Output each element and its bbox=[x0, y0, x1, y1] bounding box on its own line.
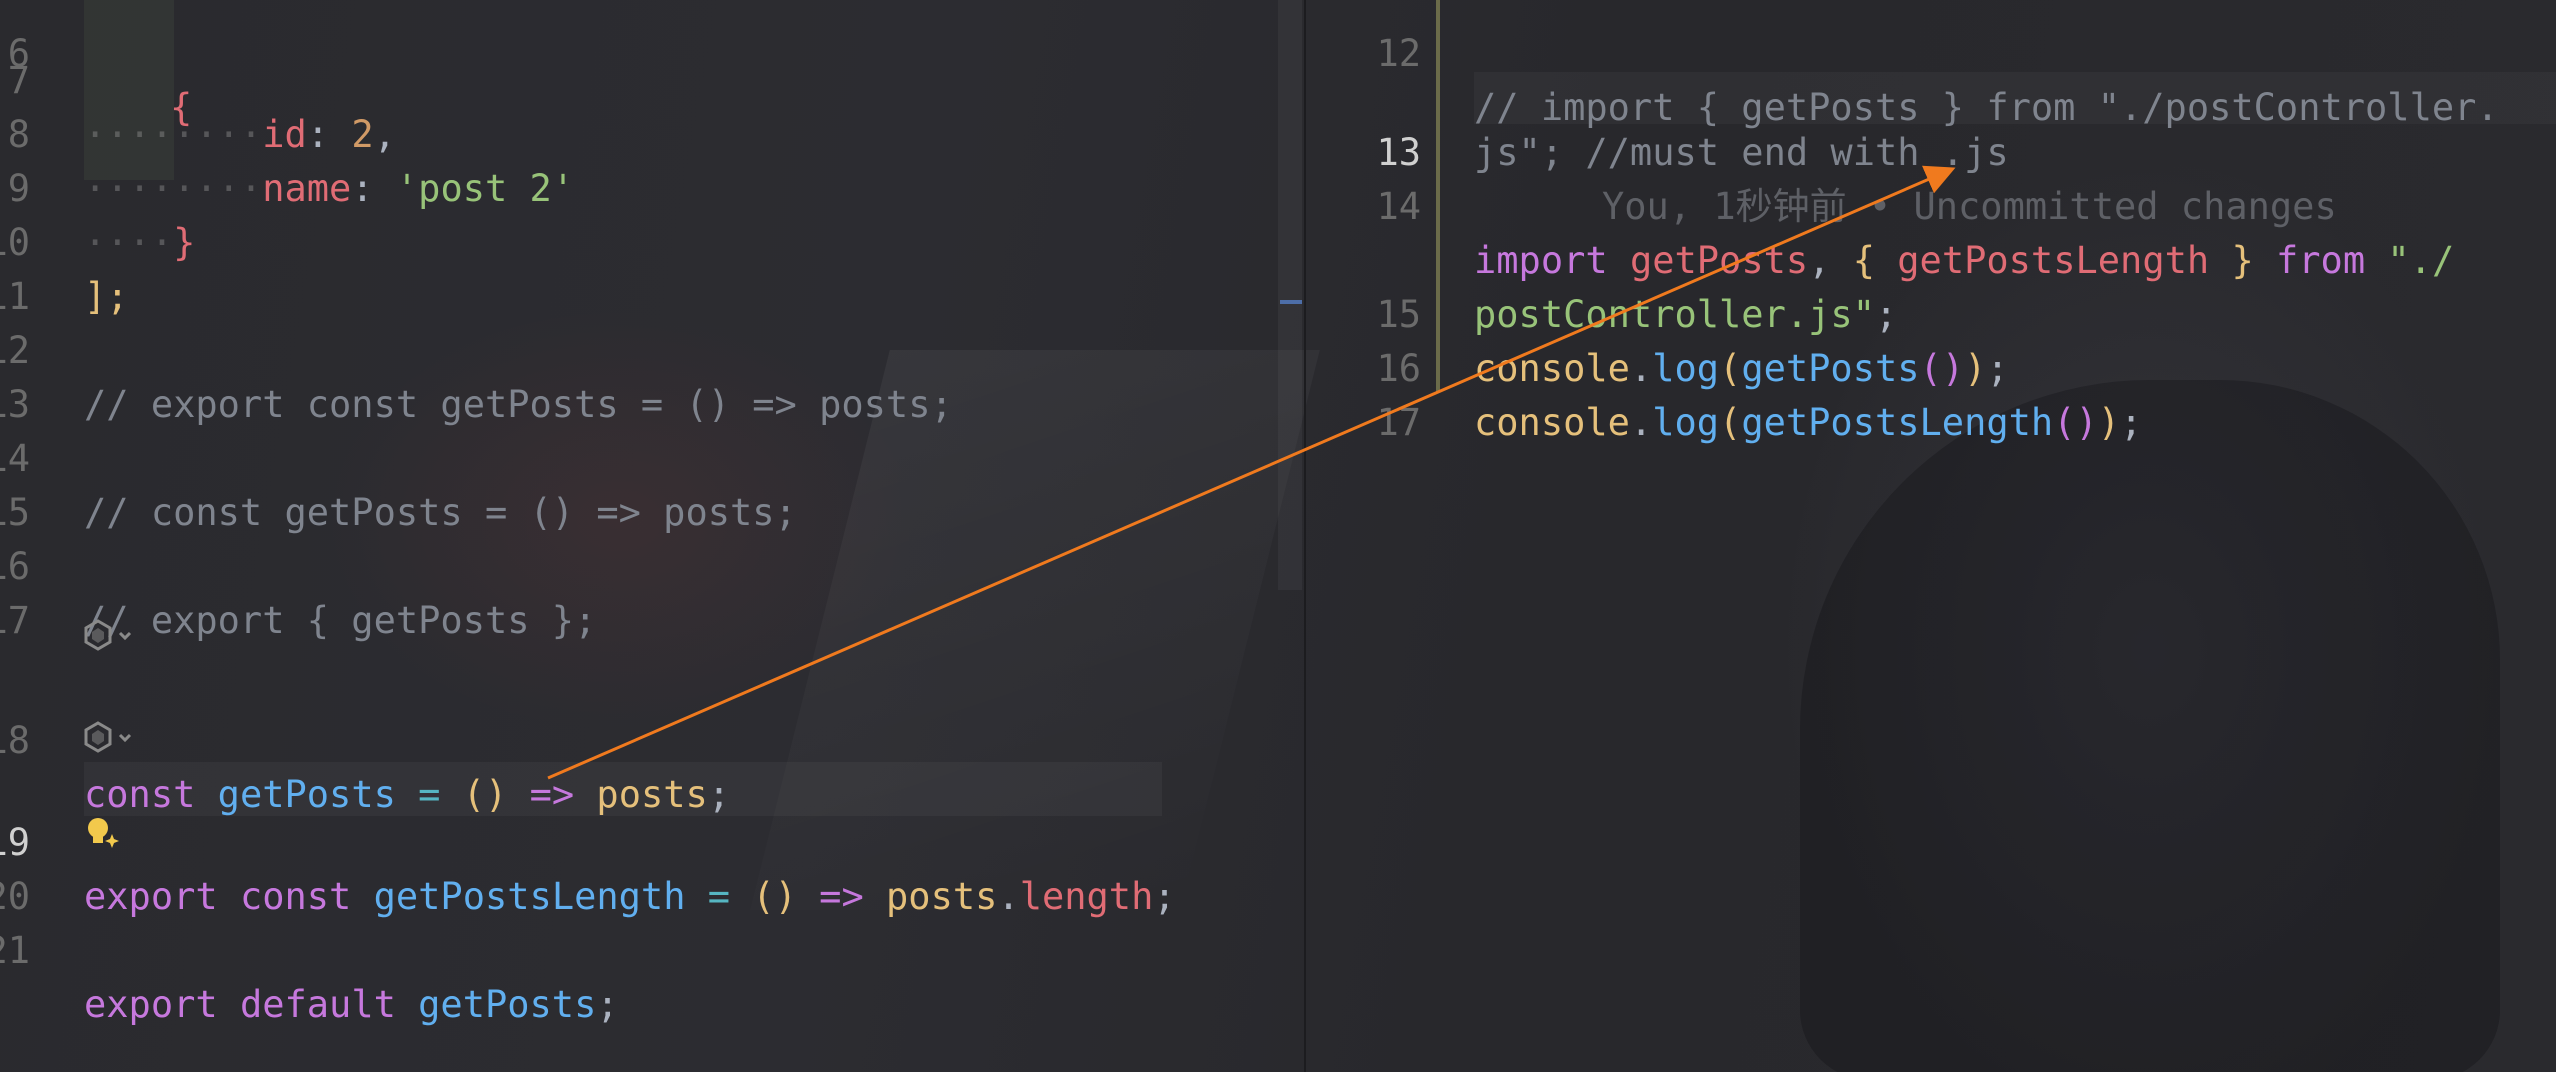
paren-token: () bbox=[2053, 401, 2098, 444]
code-line-wrap[interactable]: postController.js"; bbox=[1306, 180, 1897, 336]
comment-text: // const getPosts = () => posts; bbox=[84, 491, 797, 534]
code-line[interactable]: 11 bbox=[0, 216, 134, 318]
copilot-sparkle-icon bbox=[84, 618, 132, 651]
screenshot-root: 6 { 7 ········id: 2, 8 ········name: 'po… bbox=[0, 0, 2556, 1072]
operator-token: = bbox=[418, 773, 441, 816]
code-line-active[interactable]: 19 export const getPostsLength = () => p… bbox=[0, 762, 1176, 918]
variable-token[interactable]: posts bbox=[596, 773, 707, 816]
paren-token: () bbox=[752, 875, 797, 918]
keyword-token: import bbox=[1474, 239, 1608, 282]
code-line[interactable]: 14 // const getPosts = () => posts; bbox=[0, 378, 797, 534]
dot-token: . bbox=[1629, 401, 1653, 444]
copilot-sparkle-icon bbox=[84, 720, 132, 753]
code-line-active[interactable]: 13 You, 1秒钟前 • Uncommitted changes bbox=[1306, 72, 2336, 228]
code-line[interactable]: 15 bbox=[0, 432, 134, 534]
string-token: 'post 2' bbox=[395, 167, 575, 210]
keyword-token: default bbox=[239, 983, 396, 1026]
left-editor-pane[interactable]: 6 { 7 ········id: 2, 8 ········name: 'po… bbox=[0, 0, 1305, 1072]
string-token: postController.js" bbox=[1474, 293, 1875, 336]
paren-token: ) bbox=[2097, 401, 2121, 444]
semicolon-token: ; bbox=[1874, 293, 1898, 336]
object-token[interactable]: console bbox=[1474, 401, 1630, 444]
copilot-codelens[interactable] bbox=[84, 608, 136, 662]
operator-token: = bbox=[707, 875, 731, 918]
number-token: 2 bbox=[351, 113, 374, 156]
code-line[interactable]: 8 ········name: 'post 2' bbox=[0, 54, 574, 210]
comment-text: // export { getPosts }; bbox=[84, 599, 597, 642]
close-brace-token: } bbox=[173, 221, 196, 264]
code-line[interactable]: 17 bbox=[0, 540, 134, 642]
keyword-token: const bbox=[239, 875, 352, 918]
comma-token: , bbox=[1808, 239, 1831, 282]
brace-token: { bbox=[1852, 239, 1875, 282]
colon-token: : bbox=[306, 113, 330, 156]
method-token[interactable]: log bbox=[1652, 401, 1719, 444]
function-call-token[interactable]: getPostsLength bbox=[1741, 401, 2053, 444]
comment-text: js"; //must end with .js bbox=[1474, 131, 2009, 174]
code-line[interactable]: 16 // export { getPosts }; bbox=[0, 486, 596, 642]
paren-token: ( bbox=[1719, 347, 1742, 390]
import-identifier-token[interactable]: getPostsLength bbox=[1897, 239, 2209, 282]
lightbulb-icon bbox=[88, 818, 119, 848]
code-line[interactable]: 17 bbox=[1306, 342, 1440, 444]
function-name-token[interactable]: getPosts bbox=[418, 983, 596, 1026]
paren-token: ) bbox=[1964, 347, 1987, 390]
object-token[interactable]: console bbox=[1474, 347, 1630, 390]
line-number: 17 bbox=[0, 599, 30, 642]
code-line[interactable]: 12 // export const getPosts = () => post… bbox=[0, 270, 953, 426]
code-line[interactable]: 14 import getPosts, { getPostsLength } f… bbox=[1306, 126, 2454, 282]
string-token: "./ bbox=[2387, 239, 2455, 282]
colon-token: : bbox=[351, 167, 374, 210]
code-line[interactable]: 9 ····} bbox=[0, 108, 196, 264]
lightbulb-sparkle-icon[interactable] bbox=[84, 814, 124, 854]
paren-token: () bbox=[1919, 347, 1965, 390]
function-call-token[interactable]: getPosts bbox=[1741, 347, 1919, 390]
keyword-token: from bbox=[2276, 239, 2366, 282]
arrow-token: => bbox=[819, 875, 864, 918]
semicolon-token: ; bbox=[1986, 347, 2009, 390]
variable-token[interactable]: posts bbox=[886, 875, 997, 918]
code-line[interactable]: 16 console.log(getPostsLength()); bbox=[1306, 288, 2142, 444]
code-line-wrap[interactable]: js"; //must end with .js bbox=[1306, 18, 2009, 174]
semicolon-token: ; bbox=[2120, 401, 2143, 444]
left-scrollbar-track[interactable] bbox=[1278, 0, 1302, 590]
semicolon-token: ; bbox=[1153, 875, 1176, 918]
function-name-token[interactable]: getPosts bbox=[218, 773, 396, 816]
copilot-codelens[interactable] bbox=[84, 710, 136, 764]
code-line[interactable]: 21 export default getPosts; bbox=[0, 870, 619, 1026]
import-identifier-token[interactable]: getPosts bbox=[1630, 239, 1808, 282]
line-number: 18 bbox=[0, 719, 30, 762]
line-number: 17 bbox=[1376, 401, 1421, 444]
code-line[interactable]: 13 bbox=[0, 324, 134, 426]
comma-token: , bbox=[373, 113, 396, 156]
property-token[interactable]: length bbox=[1020, 875, 1154, 918]
keyword-token: export bbox=[84, 983, 218, 1026]
code-line[interactable]: 10 ]; bbox=[0, 162, 134, 318]
key-token: id bbox=[262, 113, 307, 156]
comment-text: // export const getPosts = () => posts; bbox=[84, 383, 953, 426]
semicolon-token: ; bbox=[707, 773, 731, 816]
scrollbar-position-marker bbox=[1280, 300, 1302, 304]
code-line[interactable]: 15 console.log(getPosts()); bbox=[1306, 234, 2008, 390]
paren-token: ( bbox=[1719, 401, 1742, 444]
right-editor-pane[interactable]: 12 // import { getPosts } from "./postCo… bbox=[1306, 0, 2556, 1072]
line-number: 21 bbox=[0, 929, 30, 972]
paren-token: () bbox=[462, 773, 508, 816]
function-name-token[interactable]: getPostsLength bbox=[374, 875, 686, 918]
git-blame-annotation[interactable]: You, 1秒钟前 • Uncommitted changes bbox=[1602, 180, 2337, 234]
dot-token: . bbox=[997, 875, 1020, 918]
brace-token: } bbox=[2231, 239, 2254, 282]
key-token: name bbox=[262, 167, 352, 210]
method-token[interactable]: log bbox=[1652, 347, 1719, 390]
arrow-token: => bbox=[529, 773, 575, 816]
dot-token: . bbox=[1629, 347, 1653, 390]
code-line[interactable]: 7 ········id: 2, bbox=[0, 0, 396, 156]
code-line[interactable]: 18 const getPosts = () => posts; bbox=[0, 660, 730, 816]
semicolon-token: ; bbox=[596, 983, 619, 1026]
